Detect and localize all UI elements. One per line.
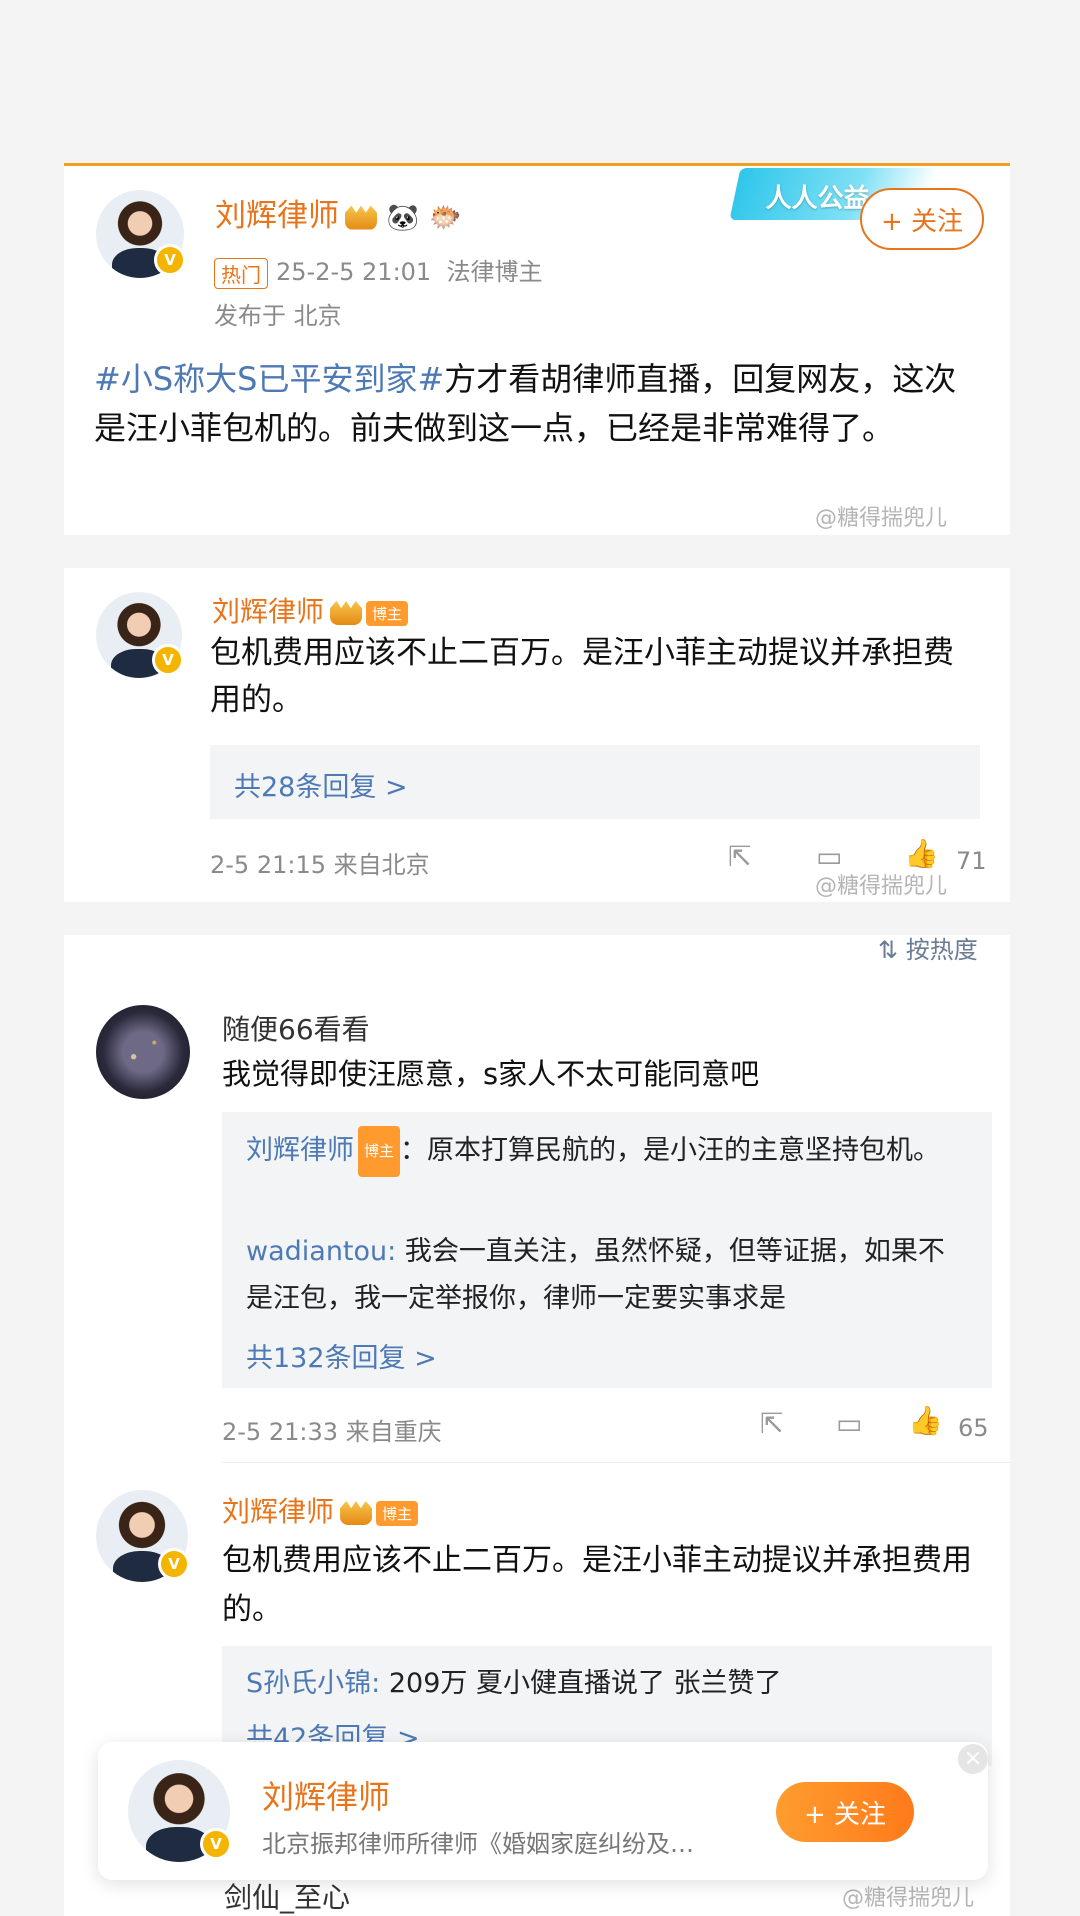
panda-icon: 🐼 (386, 203, 420, 233)
crown-icon (330, 601, 363, 625)
comment-card (64, 568, 1010, 902)
crown-icon (340, 1501, 373, 1525)
post-location: 发布于 北京 (214, 302, 342, 330)
verified-icon: V (152, 644, 184, 676)
commenter-avatar[interactable] (96, 1005, 190, 1099)
blogger-badge: 博主 (376, 1500, 419, 1526)
post-author-avatar[interactable]: V (96, 190, 186, 278)
view-replies-link[interactable]: 共132条回复 > (246, 1336, 437, 1375)
share-icon[interactable]: ⇱ (728, 843, 751, 871)
popup-name[interactable]: 刘辉律师 (262, 1772, 390, 1818)
fish-icon: 🐡 (429, 203, 462, 233)
follow-button[interactable]: + 关注 (860, 188, 984, 250)
verified-icon: V (154, 244, 186, 276)
reply-item: wadiantou: 我会一直关注，虽然怀疑，但等证据，如果不是汪包，我一定举报… (246, 1236, 945, 1314)
watermark: @糖得揣兜儿 (815, 506, 948, 531)
watermark: @糖得揣兜儿 (815, 874, 948, 899)
reply-item: 刘辉律师 博主 ：原本打算民航的，是小汪的主意坚持包机。 (246, 1126, 966, 1177)
comment-icon[interactable]: ▭ (816, 843, 842, 871)
comment-icon[interactable]: ▭ (836, 1410, 862, 1438)
comment-author-avatar[interactable]: V (96, 1490, 190, 1582)
commenter-name[interactable]: 剑仙_至心 (224, 1876, 350, 1916)
verified-icon: V (200, 1828, 232, 1860)
watermark: @糖得揣兜儿 (842, 1886, 975, 1911)
comment-author-name[interactable]: 刘辉律师 博主 (212, 590, 409, 630)
crown-icon (345, 205, 377, 230)
comment-author-name[interactable]: 刘辉律师 博主 (222, 1490, 419, 1530)
reply-author[interactable]: 刘辉律师 (246, 1135, 354, 1166)
comment-time-location: 2-5 21:15 来自北京 (210, 851, 430, 879)
comment-text: 包机费用应该不止二百万。是汪小菲主动提议并承担费用的。 (222, 1543, 972, 1627)
like-count: 65 (958, 1414, 989, 1442)
reply-author[interactable]: S孙氏小锦: (246, 1668, 380, 1699)
popup-follow-button[interactable]: + 关注 (776, 1782, 914, 1842)
reply-item: S孙氏小锦: 209万 夏小健直播说了 张兰赞了 (246, 1668, 782, 1699)
sort-toggle[interactable]: ⇅ 按热度 (878, 930, 978, 965)
topic-link[interactable]: #小S称大S已平安到家# (94, 360, 444, 398)
hot-badge: 热门 (214, 257, 268, 289)
popup-description: 北京振邦律师所律师《婚姻家庭纠纷及… (262, 1830, 694, 1858)
post-body: #小S称大S已平安到家#方才看胡律师直播，回复网友，这次是汪小菲包机的。前夫做到… (94, 360, 957, 447)
blogger-badge: 博主 (366, 600, 409, 626)
view-replies-link[interactable]: 共28条回复 > (234, 765, 408, 804)
like-icon[interactable]: 👍 (908, 1407, 943, 1435)
close-icon[interactable]: × (958, 1744, 988, 1774)
divider (222, 1462, 1010, 1463)
commenter-name[interactable]: 随便66看看 (222, 1008, 370, 1048)
like-icon[interactable]: 👍 (904, 840, 939, 868)
comment-text: 包机费用应该不止二百万。是汪小菲主动提议并承担费用的。 (210, 635, 954, 718)
verified-icon: V (158, 1548, 190, 1580)
comment-time-location: 2-5 21:33 来自重庆 (222, 1418, 442, 1446)
post-meta: 热门 25-2-5 21:01 法律博主 (214, 252, 542, 289)
blogger-badge: 博主 (358, 1126, 401, 1177)
comment-text: 我觉得即使汪愿意，s家人不太可能同意吧 (222, 1057, 760, 1091)
like-count: 71 (956, 847, 987, 875)
share-icon[interactable]: ⇱ (760, 1410, 783, 1438)
popup-avatar[interactable]: V (128, 1760, 232, 1862)
post-author-name[interactable]: 刘辉律师 🐼 🐡 (215, 190, 461, 235)
reply-author[interactable]: wadiantou: (246, 1236, 396, 1267)
comment-author-avatar[interactable]: V (96, 592, 184, 678)
